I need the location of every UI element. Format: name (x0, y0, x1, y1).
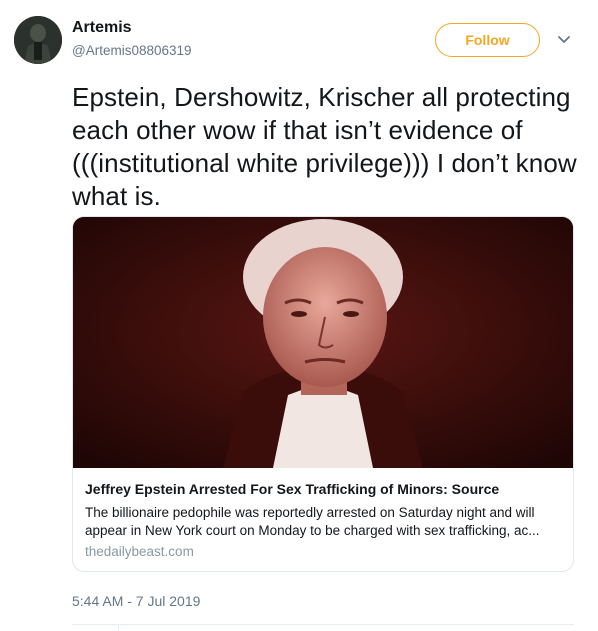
user-handle[interactable]: @Artemis08806319 (72, 43, 192, 58)
avatar-image (14, 16, 62, 64)
chevron-down-icon[interactable] (557, 33, 571, 47)
tweet-timestamp[interactable]: 5:44 AM - 7 Jul 2019 (72, 593, 200, 609)
divider (72, 624, 574, 625)
follow-button[interactable]: Follow (435, 23, 540, 57)
tweet-text: Epstein, Dershowitz, Krischer all protec… (72, 82, 577, 211)
tweet: Artemis @Artemis08806319 Follow Epstein,… (0, 0, 598, 631)
card-title: Jeffrey Epstein Arrested For Sex Traffic… (85, 481, 500, 497)
divider-tick (118, 624, 119, 631)
card-description: The billionaire pedophile was reportedly… (85, 505, 540, 538)
card-body: Jeffrey Epstein Arrested For Sex Traffic… (73, 468, 573, 571)
card-domain: thedailybeast.com (85, 544, 194, 559)
avatar[interactable] (14, 16, 62, 64)
display-name[interactable]: Artemis (72, 19, 132, 37)
card-image (73, 217, 573, 468)
link-card[interactable]: Jeffrey Epstein Arrested For Sex Traffic… (72, 216, 574, 572)
